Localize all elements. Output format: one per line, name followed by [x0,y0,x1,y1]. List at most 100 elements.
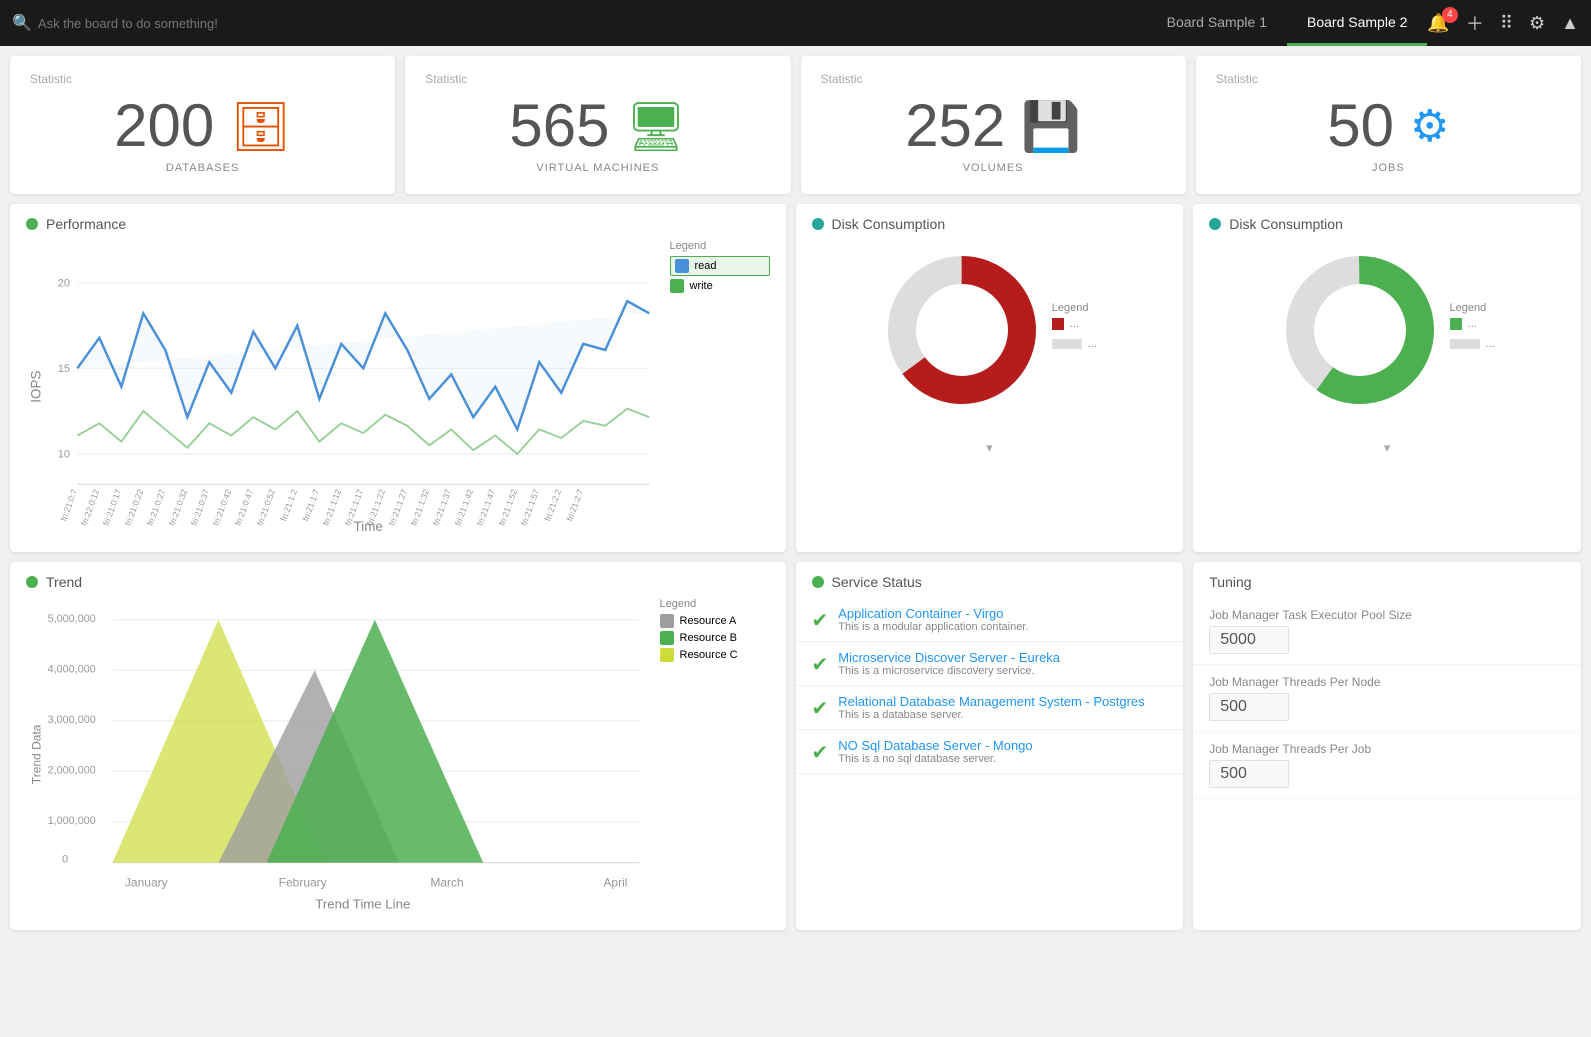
svc-desc-3: This is a no sql database server. [838,753,1032,765]
stat-card-jobs: Statistic 50 ⚙ JOBS [1196,56,1581,194]
legend-item-write[interactable]: write [670,279,770,293]
performance-svg: IOPS 20 15 10 [26,240,662,533]
donut-2-wrap: Legend ... ... [1209,240,1565,420]
legend-item-resource-b: Resource B [660,631,770,645]
stat-sub-databases: DATABASES [30,162,375,174]
svc-name-2[interactable]: Relational Database Management System - … [838,694,1144,709]
svc-text-3: NO Sql Database Server - Mongo This is a… [838,738,1032,765]
donut-2-legend-item-green: ... [1450,318,1495,330]
svc-item-2: ✔ Relational Database Management System … [796,686,1184,730]
tab-board-sample-1[interactable]: Board Sample 1 [1147,0,1287,46]
svc-name-1[interactable]: Microservice Discover Server - Eureka [838,650,1060,665]
green-sq [1450,318,1462,330]
trend-legend: Legend Resource A Resource B Resource C [660,598,770,914]
stat-card-volumes: Statistic 252 💾 VOLUMES [801,56,1186,194]
donut-1-legend-item-gray: ... [1052,338,1097,350]
svc-name-0[interactable]: Application Container - Virgo [838,606,1028,621]
read-color [675,259,689,273]
stat-label-jobs: Statistic [1216,72,1561,86]
stat-card-vms: Statistic 565 🖥 VIRTUAL MACHINES [405,56,790,194]
disk-consumption-2-header: Disk Consumption [1193,204,1581,240]
svc-text-1: Microservice Discover Server - Eureka Th… [838,650,1060,677]
trend-body: Trend Data 5,000,000 4,000,000 3,000,000… [10,598,786,930]
performance-title: Performance [46,216,126,232]
legend-label-resource-b: Resource B [680,632,737,644]
settings-button[interactable]: ⚙ [1529,13,1545,34]
chevron-up-button[interactable]: ▲ [1561,13,1579,34]
tuning-item-0: Job Manager Task Executor Pool Size 5000 [1193,598,1581,665]
nav-icon-group: 🔔 4 ＋ ⠿ ⚙ ▲ [1427,10,1579,36]
stat-sub-volumes: VOLUMES [821,162,1166,174]
stat-label-databases: Statistic [30,72,375,86]
donut-2-legend-title: Legend [1450,302,1495,314]
performance-dot [26,218,38,230]
resource-a-color [660,614,674,628]
write-color [670,279,684,293]
performance-chart-wrap: IOPS 20 15 10 [26,240,770,536]
vms-icon: 🖥 [625,98,686,155]
svg-text:fri:21:1:57: fri:21:1:57 [519,488,541,527]
svg-text:February: February [279,876,327,890]
stat-cards-row: Statistic 200 🗄 DATABASES Statistic 565 … [10,56,1581,194]
svg-text:1,000,000: 1,000,000 [48,815,96,827]
svg-text:fri:21:0:27: fri:21:0:27 [145,488,167,527]
tuning-lbl-2: Job Manager Threads Per Job [1209,742,1565,756]
grid-button[interactable]: ⠿ [1500,13,1513,34]
service-status-widget: Service Status ✔ Application Container -… [796,562,1184,930]
disk-consumption-2-body: Legend ... ... [1193,240,1581,436]
volumes-icon: 💾 [1021,98,1081,155]
svg-text:Trend Data: Trend Data [29,725,43,785]
donut-2-label-green: ... [1468,318,1477,330]
notification-button[interactable]: 🔔 4 [1427,13,1449,34]
donut-1-legend: Legend ... ... [1052,302,1097,358]
svg-text:fri:21:0:47: fri:21:0:47 [233,488,255,527]
tuning-header: Tuning [1193,562,1581,598]
svc-name-3[interactable]: NO Sql Database Server - Mongo [838,738,1032,753]
disk-consumption-2-title: Disk Consumption [1229,216,1343,232]
performance-widget: Performance IOPS 20 15 10 [10,204,786,552]
svg-text:IOPS: IOPS [29,371,44,403]
svc-desc-0: This is a modular application container. [838,621,1028,633]
svg-text:fri:21:0:22: fri:21:0:22 [123,488,145,527]
stat-card-databases: Statistic 200 🗄 DATABASES [10,56,395,194]
disk1-chevron-down[interactable]: ▾ [796,436,1184,460]
svc-item-0: ✔ Application Container - Virgo This is … [796,598,1184,642]
stat-num-databases: 200 [114,96,214,156]
trend-chart-area: Trend Data 5,000,000 4,000,000 3,000,000… [26,598,652,914]
search-input[interactable] [38,16,258,31]
donut-2-svg [1280,250,1440,410]
tuning-lbl-0: Job Manager Task Executor Pool Size [1209,608,1565,622]
disk2-chevron-down[interactable]: ▾ [1193,436,1581,460]
stat-label-volumes: Statistic [821,72,1166,86]
databases-icon: 🗄 [230,98,291,155]
stat-body-volumes: 252 💾 [821,96,1166,156]
trend-title: Trend [46,574,82,590]
tab-board-sample-2[interactable]: Board Sample 2 [1287,0,1427,46]
red-sq [1052,318,1064,330]
svc-check-3: ✔ [812,740,829,765]
legend-label-write: write [690,280,713,292]
donut-1-legend-item-red: ... [1052,318,1097,330]
svc-check-2: ✔ [812,696,829,721]
disk2-dot [1209,218,1221,230]
main-content: Statistic 200 🗄 DATABASES Statistic 565 … [0,46,1591,950]
legend-label-resource-c: Resource C [680,649,738,661]
trend-svg: Trend Data 5,000,000 4,000,000 3,000,000… [26,598,652,911]
tab-bar: Board Sample 1 Board Sample 2 [1147,0,1428,46]
svg-text:fri:21:1:52: fri:21:1:52 [497,488,519,527]
trend-dot [26,576,38,588]
service-status-header: Service Status [796,562,1184,598]
svg-text:fri:22:0:12: fri:22:0:12 [79,488,101,527]
donut-2-legend-item-gray: ... [1450,338,1495,350]
performance-chart-area: IOPS 20 15 10 [26,240,662,536]
legend-item-read[interactable]: read [670,256,770,276]
disk1-dot [812,218,824,230]
add-button[interactable]: ＋ [1466,10,1484,36]
gray-line-2 [1450,339,1480,349]
svc-text-2: Relational Database Management System - … [838,694,1144,721]
svc-item-3: ✔ NO Sql Database Server - Mongo This is… [796,730,1184,774]
service-status-list: ✔ Application Container - Virgo This is … [796,598,1184,774]
svg-text:fri:21:1:37: fri:21:1:37 [431,488,453,527]
stat-body-databases: 200 🗄 [30,96,375,156]
svg-text:3,000,000: 3,000,000 [48,714,96,726]
